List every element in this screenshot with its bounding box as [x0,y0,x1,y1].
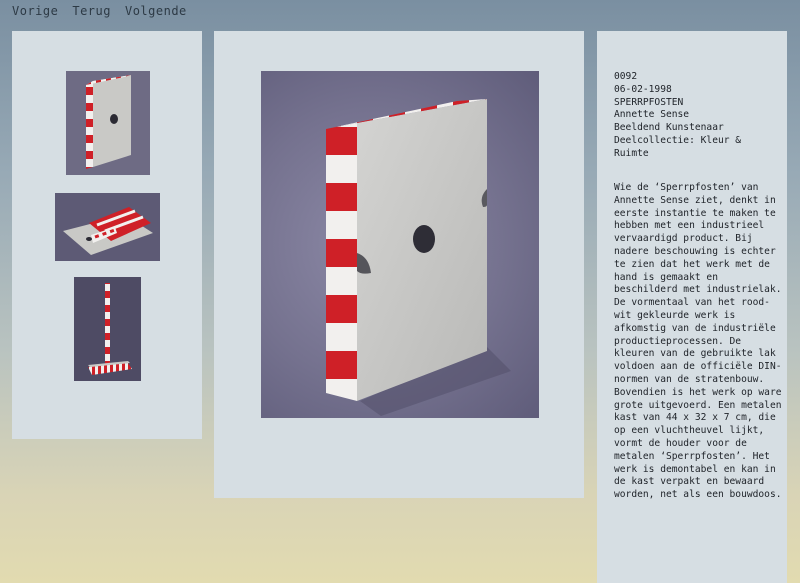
back-link[interactable]: Terug [72,4,111,18]
thumbnail-box-open[interactable] [55,193,160,261]
info-panel: 0092 06-02-1998 SPERRPFOSTEN Annette Sen… [597,31,787,583]
artist-name: Annette Sense [614,109,690,121]
thumbnail-box-front[interactable] [66,71,150,175]
artist-role: Beeldend Kunstenaar [614,122,724,134]
artwork-main-photo [261,71,539,418]
artwork-date: 06-02-1998 [614,83,672,95]
collection-name: Deelcollectie: Kleur & Ruimte [614,134,747,159]
thumbnail-post-standing[interactable] [74,277,141,381]
artwork-metadata: 0092 06-02-1998 SPERRPFOSTEN Annette Sen… [614,71,779,161]
top-navigation: Vorige Terug Volgende [12,4,187,18]
thumbnail-panel [12,31,202,439]
next-link[interactable]: Volgende [125,4,187,18]
previous-link[interactable]: Vorige [12,4,58,18]
artwork-description: Wie de ‘Sperrpfosten’ van Annette Sense … [614,182,782,501]
artwork-title: SPERRPFOSTEN [614,96,684,108]
artwork-number: 0092 [614,71,638,82]
main-image-panel [214,31,584,498]
